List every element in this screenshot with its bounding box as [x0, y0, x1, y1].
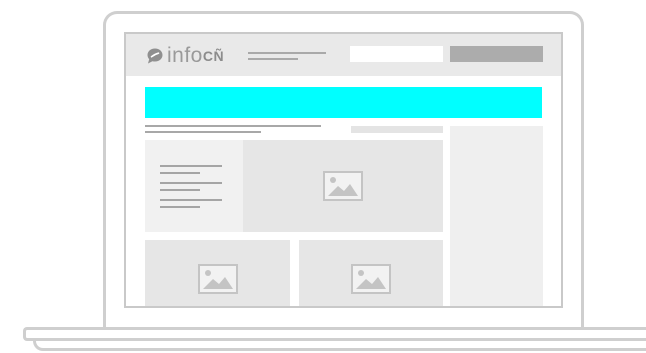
logo-wordmark: infoCÑ	[167, 44, 225, 67]
text-line-placeholder	[160, 199, 222, 201]
headline-text-placeholder	[145, 125, 321, 127]
laptop-base-bottom	[33, 341, 646, 351]
hero-banner[interactable]	[145, 87, 542, 118]
text-line-placeholder	[160, 182, 222, 184]
search-button[interactable]	[450, 46, 543, 62]
speech-bubble-icon	[147, 48, 163, 64]
image-placeholder-icon	[323, 171, 363, 201]
text-line-placeholder	[160, 206, 200, 208]
featured-article-text[interactable]	[145, 140, 243, 232]
article-card[interactable]	[145, 240, 290, 306]
featured-article-image[interactable]	[243, 140, 443, 232]
laptop-base	[23, 327, 646, 341]
logo-text: info	[167, 44, 203, 67]
section-label-placeholder	[351, 126, 443, 133]
image-placeholder-icon	[198, 264, 238, 294]
sidebar-placeholder	[450, 126, 543, 306]
text-line-placeholder	[160, 165, 222, 167]
nav-text-placeholder	[248, 58, 298, 60]
nav-text-placeholder[interactable]	[248, 52, 326, 54]
image-placeholder-icon	[351, 264, 391, 294]
site-header: infoCÑ	[126, 34, 561, 76]
article-card[interactable]	[299, 240, 443, 306]
laptop-screen: infoCÑ	[124, 32, 563, 308]
headline-text-placeholder	[145, 131, 261, 133]
site-logo[interactable]: infoCÑ	[146, 44, 224, 68]
text-line-placeholder	[160, 189, 200, 191]
text-line-placeholder	[160, 172, 200, 174]
search-input[interactable]	[350, 46, 443, 62]
logo-accent: CÑ	[202, 48, 225, 64]
